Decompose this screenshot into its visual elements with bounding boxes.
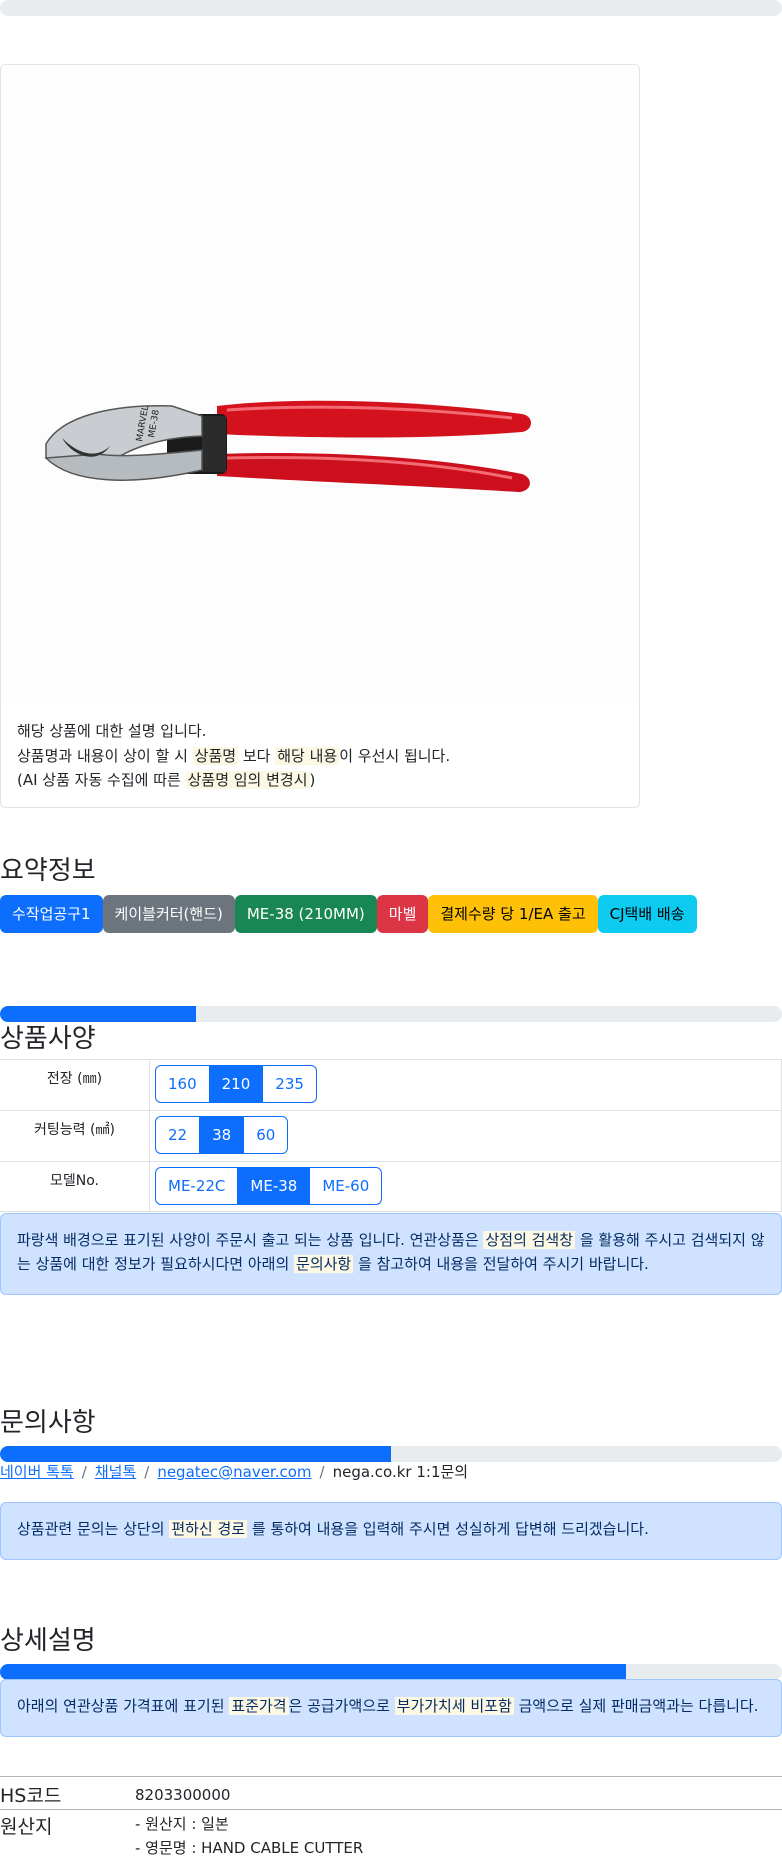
spec-row: 전장 (㎜) 160 210 235 [0,1059,782,1110]
separator: / [319,1463,325,1481]
detail-progress-fill [0,1664,626,1680]
inquiry-progress-bar [0,1446,782,1462]
spec-option-button[interactable]: 60 [243,1116,289,1154]
spec-label: 전장 (㎜) [0,1060,150,1110]
spec-row: 커팅능력 (㎟) 22 38 60 [0,1110,782,1161]
origin-key: 원산지 [0,1816,53,1838]
spec-option-group: ME-22C ME-38 ME-60 [155,1167,383,1205]
spec-option-button[interactable]: 160 [155,1065,210,1103]
summary-title: 요약정보 [0,856,96,886]
origin-value: - 원산지 : 일본 - 영문명 : HAND CABLE CUTTER [135,1815,364,1857]
inquiry-title: 문의사항 [0,1408,96,1438]
hs-code-row: HS코드 8203300000 [0,1776,782,1809]
channel-talk-link[interactable]: 채널톡 [95,1463,136,1481]
highlight-mark: 상점의 검색창 [483,1231,576,1249]
product-description: 해당 상품에 대한 설명 입니다. 상품명과 내용이 상이 할 시 상품명 보다… [17,719,450,793]
desc-line-1: 해당 상품에 대한 설명 입니다. [17,722,207,740]
highlight-mark: 편하신 경로 [169,1520,248,1538]
highlight-mark: 문의사항 [294,1255,354,1273]
spec-label: 커팅능력 (㎟) [0,1111,150,1161]
summary-badge: 마벨 [376,895,429,933]
detail-alert: 아래의 연관상품 가격표에 표기된 표준가격 은 공급가액으로 부가가치세 비포함… [0,1679,782,1737]
desc-line-3: (AI 상품 자동 수집에 따른 상품명 임의 변경시) [17,771,316,789]
summary-badge: 케이블커터(핸드) [102,895,235,933]
desc-line-2: 상품명과 내용이 상이 할 시 상품명 보다 해당 내용 이 우선시 됩니다. [17,746,451,765]
spec-title: 상품사양 [0,1024,96,1054]
naver-talktalk-link[interactable]: 네이버 톡톡 [0,1463,74,1481]
spec-option-group: 160 210 235 [155,1065,317,1103]
separator: / [81,1463,87,1481]
spec-option-button[interactable]: 210 [208,1065,264,1103]
spec-option-button[interactable]: 235 [262,1065,317,1103]
spec-label: 모델No. [0,1162,150,1212]
inquiry-links: 네이버 톡톡 / 채널톡 / negatec@naver.com / nega.co.kr … [0,1461,468,1482]
spec-row: 모델No. ME-22C ME-38 ME-60 [0,1161,782,1212]
spec-progress-bar [0,1006,782,1022]
hs-code-key: HS코드 [0,1785,62,1807]
separator: / [144,1463,150,1481]
detail-progress-bar [0,1664,782,1680]
spec-option-button[interactable]: ME-60 [309,1167,383,1205]
highlight-mark: 상품명 임의 변경시 [185,771,310,789]
spec-option-group: 22 38 60 [155,1116,289,1154]
spec-option-button[interactable]: ME-22C [155,1167,239,1205]
highlight-mark: 부가가치세 비포함 [394,1697,514,1715]
site-inquiry-text: nega.co.kr 1:1문의 [332,1463,469,1481]
detail-title: 상세설명 [0,1626,96,1656]
summary-badge: 결제수량 당 1/EA 출고 [428,895,598,933]
inquiry-alert: 상품관련 문의는 상단의 편하신 경로 를 통하여 내용을 입력해 주시면 성실… [0,1502,782,1560]
inquiry-progress-fill [0,1446,391,1462]
spec-option-button[interactable]: 22 [155,1116,201,1154]
highlight-mark: 해당 내용 [275,746,340,765]
product-image: MARVEL ME-38 [2,66,638,702]
origin-row: 원산지 - 원산지 : 일본 - 영문명 : HAND CABLE CUTTER [0,1809,782,1859]
highlight-mark: 표준가격 [229,1697,289,1715]
email-link[interactable]: negatec@naver.com [157,1463,311,1481]
hs-code-value: 8203300000 [135,1786,231,1804]
summary-badges: 수작업공구1 케이블커터(핸드) ME-38 (210MM) 마벨 결제수량 당 1/E… [0,895,697,933]
spec-alert: 파랑색 배경으로 표기된 사양이 주문시 출고 되는 상품 입니다. 연관상품은… [0,1213,782,1295]
cable-cutter-image: MARVEL ME-38 [44,400,531,492]
summary-badge: 수작업공구1 [0,895,103,933]
summary-badge: CJ택배 배송 [597,895,697,933]
summary-badge: ME-38 (210MM) [234,895,377,933]
product-card: MARVEL ME-38 해당 상품에 대한 설명 입니다. 상품명과 내용이 … [0,64,640,808]
spec-option-button[interactable]: 38 [199,1116,245,1154]
top-progress-bar [0,0,782,16]
spec-option-button[interactable]: ME-38 [237,1167,311,1205]
highlight-mark: 상품명 [192,746,239,765]
